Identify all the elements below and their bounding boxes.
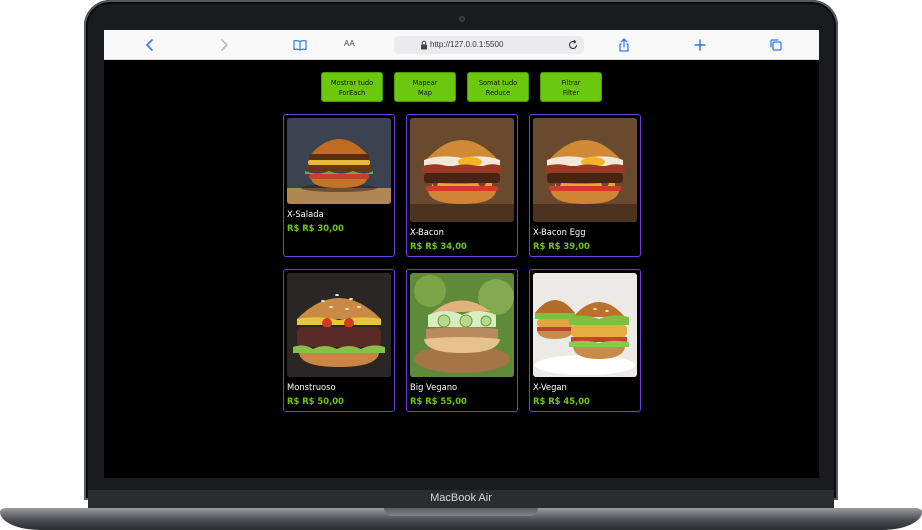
button-sublabel: Filter <box>562 89 580 97</box>
product-name: X-Bacon Egg <box>533 227 586 237</box>
product-price: R$ R$ 55,00 <box>410 396 467 406</box>
burger-image <box>533 118 637 222</box>
button-label: Mostrar tudo <box>330 79 374 87</box>
burger-image <box>410 273 514 377</box>
button-label: Filtrar <box>561 79 581 87</box>
filter-button[interactable]: Filtrar Filter <box>540 72 602 102</box>
product-price: R$ R$ 50,00 <box>287 396 344 406</box>
product-name: X-Salada <box>287 209 324 219</box>
button-label: Somat tudo <box>478 79 518 87</box>
reload-icon[interactable] <box>567 39 579 51</box>
button-sublabel: ForEach <box>338 89 366 97</box>
map-button[interactable]: Mapear Map <box>394 72 456 102</box>
product-price: R$ R$ 45,00 <box>533 396 590 406</box>
page-content: Mostrar tudo ForEach Mapear Map Somat tu… <box>104 60 819 478</box>
product-card: X-Bacon Egg R$ R$ 39,00 <box>529 114 641 257</box>
back-icon[interactable] <box>142 37 158 53</box>
product-price: R$ R$ 34,00 <box>410 241 467 251</box>
button-sublabel: Map <box>418 89 432 97</box>
browser-screen: AA http://127.0.0.1:5500 Mostrar tudo Fo… <box>104 30 819 478</box>
product-card: X-Bacon R$ R$ 34,00 <box>406 114 518 257</box>
product-card: X-Vegan R$ R$ 45,00 <box>529 269 641 412</box>
share-icon[interactable] <box>616 37 632 53</box>
product-card: Big Vegano R$ R$ 55,00 <box>406 269 518 412</box>
product-name: Monstruoso <box>287 382 336 392</box>
product-name: X-Bacon <box>410 227 444 237</box>
new-tab-icon[interactable] <box>692 37 708 53</box>
burger-image <box>287 273 391 377</box>
burger-image <box>287 118 391 204</box>
product-price: R$ R$ 39,00 <box>533 241 590 251</box>
button-label: Mapear <box>412 79 438 87</box>
foreach-button[interactable]: Mostrar tudo ForEach <box>321 72 383 102</box>
product-card: X-Salada R$ R$ 30,00 <box>283 114 395 257</box>
laptop-notch <box>384 508 538 516</box>
burger-image <box>410 118 514 222</box>
product-name: X-Vegan <box>533 382 567 392</box>
browser-toolbar: AA http://127.0.0.1:5500 <box>104 30 819 60</box>
burger-image <box>533 273 637 377</box>
product-card: Monstruoso R$ R$ 50,00 <box>283 269 395 412</box>
bookmarks-icon[interactable] <box>292 37 308 53</box>
lock-icon <box>421 40 427 50</box>
product-name: Big Vegano <box>410 382 458 392</box>
product-price: R$ R$ 30,00 <box>287 223 344 233</box>
reader-view-button[interactable]: AA <box>344 39 355 48</box>
reduce-button[interactable]: Somat tudo Reduce <box>467 72 529 102</box>
forward-icon[interactable] <box>216 37 232 53</box>
device-label: MacBook Air <box>430 492 492 504</box>
url-text: http://127.0.0.1:5500 <box>430 40 504 49</box>
address-bar[interactable]: http://127.0.0.1:5500 <box>394 36 584 54</box>
tabs-overview-icon[interactable] <box>768 37 784 53</box>
laptop-chin: MacBook Air <box>88 490 834 510</box>
button-sublabel: Reduce <box>485 89 511 97</box>
camera-dot <box>459 16 465 22</box>
